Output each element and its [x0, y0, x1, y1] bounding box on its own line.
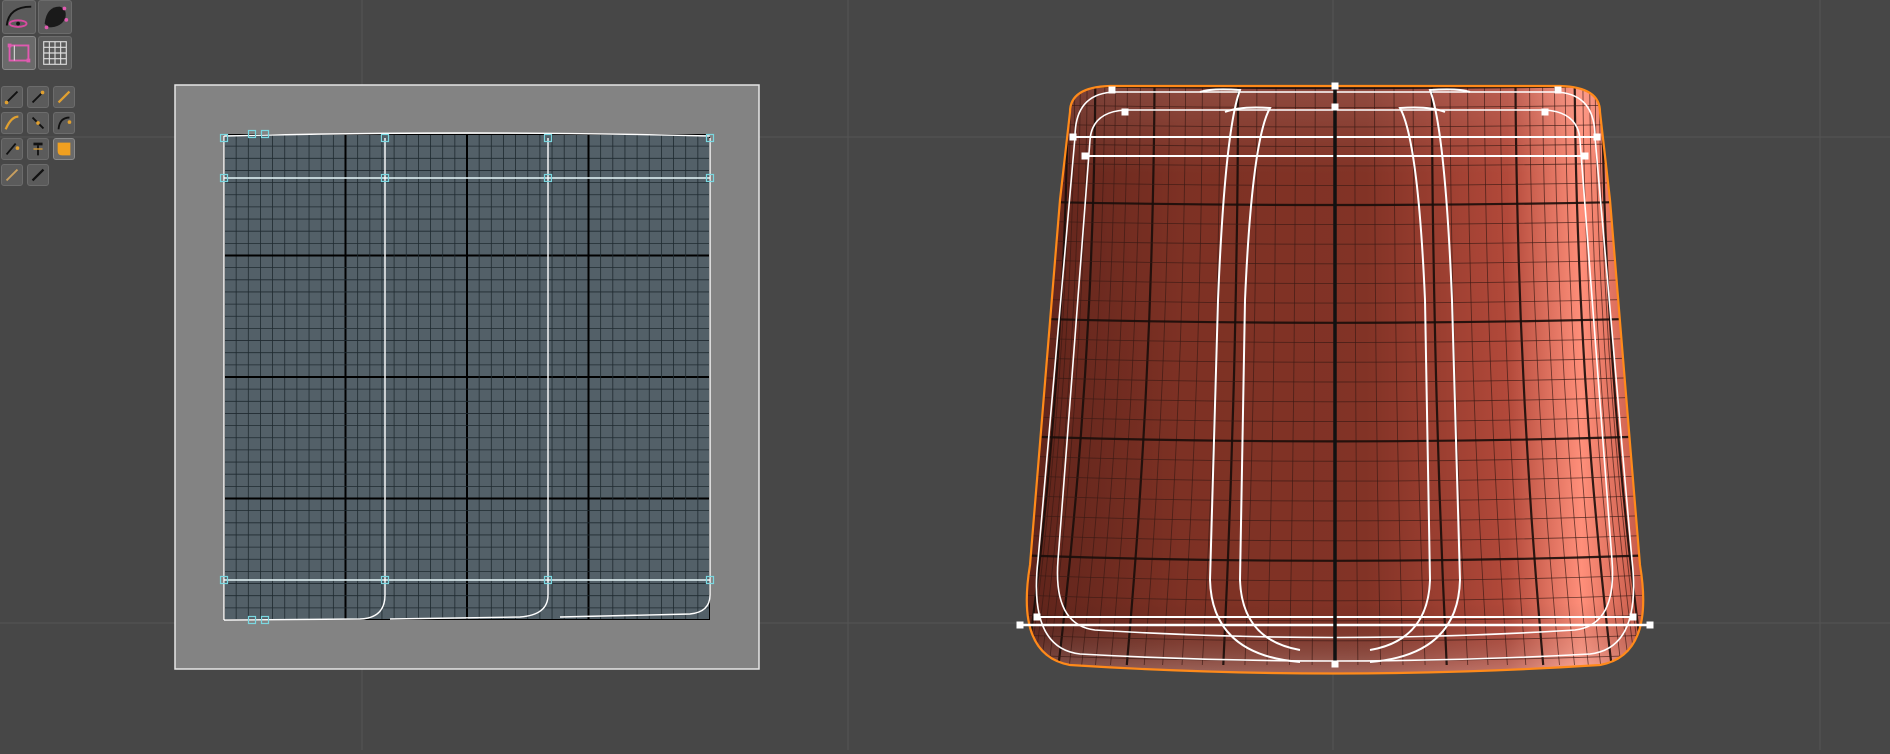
curve-draw-tool-icon[interactable] [2, 0, 36, 34]
smooth-pen-tool-icon[interactable] [1, 138, 23, 160]
tool-palette [0, 0, 80, 190]
shape-handle[interactable] [1016, 621, 1024, 629]
shape-major-grid-line [1016, 675, 1655, 681]
pin-tool-icon[interactable] [27, 138, 49, 160]
knife-tool-icon[interactable] [27, 164, 49, 186]
shape-handle[interactable] [1108, 86, 1116, 94]
shape-handle[interactable] [1629, 613, 1637, 621]
uv-grid-lines [224, 134, 710, 620]
pen-plus-tool-icon[interactable] [27, 86, 49, 108]
shape-handle[interactable] [1646, 621, 1654, 629]
viewport-svg [0, 0, 1890, 750]
shape-handle[interactable] [1581, 152, 1589, 160]
viewport-canvas[interactable] [0, 0, 1890, 750]
line-tool-icon[interactable] [27, 112, 49, 134]
shape-handle[interactable] [1331, 103, 1339, 111]
shape-handle[interactable] [1541, 108, 1549, 116]
fill-tool-icon[interactable] [53, 138, 75, 160]
shape-handle[interactable] [1331, 82, 1339, 90]
curve-pen-tool-icon[interactable] [53, 112, 75, 134]
uv-frame-tool-icon[interactable] [2, 36, 36, 70]
shape-handle[interactable] [1081, 152, 1089, 160]
shape-3d[interactable] [1016, 82, 1655, 682]
shape-handle[interactable] [1069, 133, 1077, 141]
surface-sculpt-tool-icon[interactable] [38, 0, 72, 34]
brush-tool-icon[interactable] [53, 86, 75, 108]
shape-handle[interactable] [1033, 613, 1041, 621]
shape-handle[interactable] [1593, 133, 1601, 141]
shape-handle[interactable] [1331, 660, 1339, 668]
blend-brush-tool-icon[interactable] [1, 112, 23, 134]
shape-handle[interactable] [1554, 86, 1562, 94]
grid-tool-icon[interactable] [38, 36, 72, 70]
uv-panel[interactable] [174, 84, 760, 670]
pencil-tool-icon[interactable] [1, 164, 23, 186]
shape-handle[interactable] [1121, 108, 1129, 116]
pen-tool-icon[interactable] [1, 86, 23, 108]
